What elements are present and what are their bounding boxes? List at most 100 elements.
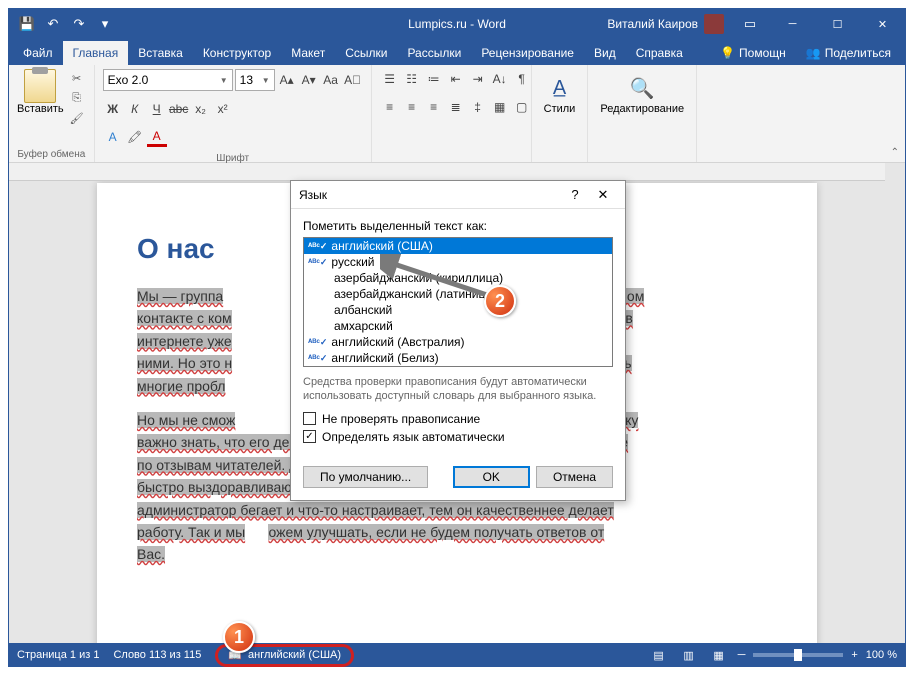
language-list[interactable]: ᴬᴮᶜ✓английский (США) ᴬᴮᶜ✓русский азербай… bbox=[303, 237, 613, 367]
lang-item[interactable]: ᴬᴮᶜ✓английский (Австралия) bbox=[304, 334, 612, 350]
clear-formatting-icon[interactable]: A⃠ bbox=[343, 70, 363, 90]
tab-mailings[interactable]: Рассылки bbox=[397, 41, 471, 65]
share-icon: 👥 bbox=[806, 46, 821, 60]
save-icon[interactable]: 💾 bbox=[17, 14, 37, 34]
user-account[interactable]: Виталий Каиров bbox=[607, 14, 730, 34]
strike-button[interactable]: abc bbox=[169, 99, 189, 119]
align-left-icon[interactable]: ≡ bbox=[380, 97, 400, 117]
copy-icon[interactable]: ⎘ bbox=[68, 89, 86, 107]
paste-button[interactable]: Вставить bbox=[17, 69, 64, 115]
zoom-level[interactable]: 100 % bbox=[866, 649, 897, 661]
checkbox-icon: ✓ bbox=[303, 430, 316, 443]
decrease-indent-icon[interactable]: ⇤ bbox=[446, 69, 466, 89]
spellcheck-icon: ᴬᴮᶜ✓ bbox=[308, 353, 327, 364]
tab-view[interactable]: Вид bbox=[584, 41, 626, 65]
ribbon-tabs: Файл Главная Вставка Конструктор Макет С… bbox=[9, 39, 905, 65]
align-center-icon[interactable]: ≡ bbox=[402, 97, 422, 117]
tab-references[interactable]: Ссылки bbox=[335, 41, 397, 65]
justify-icon[interactable]: ≣ bbox=[446, 97, 466, 117]
superscript-button[interactable]: x² bbox=[213, 99, 233, 119]
numbering-icon[interactable]: ☷ bbox=[402, 69, 422, 89]
line-spacing-icon[interactable]: ‡ bbox=[468, 97, 488, 117]
print-layout-icon[interactable]: ▥ bbox=[678, 646, 700, 664]
maximize-button[interactable]: ☐ bbox=[815, 9, 860, 39]
minimize-button[interactable]: ─ bbox=[770, 9, 815, 39]
ribbon: Вставить ✂ ⎘ 🖌 Буфер обмена Exo 2.0▼ 13▼… bbox=[9, 65, 905, 163]
tab-design[interactable]: Конструктор bbox=[193, 41, 281, 65]
lang-item[interactable]: азербайджанский (кириллица) bbox=[304, 270, 612, 286]
tab-review[interactable]: Рецензирование bbox=[471, 41, 584, 65]
checkbox-no-spellcheck[interactable]: Не проверять правописание bbox=[303, 412, 613, 426]
clipboard-label: Буфер обмена bbox=[17, 147, 86, 160]
show-marks-icon[interactable]: ¶ bbox=[512, 69, 532, 89]
spellcheck-icon: ᴬᴮᶜ✓ bbox=[308, 257, 327, 268]
subscript-button[interactable]: x₂ bbox=[191, 99, 211, 119]
tab-insert[interactable]: Вставка bbox=[128, 41, 193, 65]
zoom-slider[interactable] bbox=[753, 653, 843, 657]
dialog-info: Средства проверки правописания будут авт… bbox=[303, 375, 613, 404]
underline-button[interactable]: Ч bbox=[147, 99, 167, 119]
bullets-icon[interactable]: ☰ bbox=[380, 69, 400, 89]
borders-icon[interactable]: ▢ bbox=[512, 97, 532, 117]
font-name-combo[interactable]: Exo 2.0▼ bbox=[103, 69, 233, 91]
user-name: Виталий Каиров bbox=[607, 17, 698, 31]
highlight-icon[interactable]: 🖍 bbox=[125, 127, 145, 147]
cancel-button[interactable]: Отмена bbox=[536, 466, 613, 488]
tell-me[interactable]: 💡Помощн bbox=[710, 41, 796, 65]
dialog-prompt: Пометить выделенный текст как: bbox=[303, 219, 613, 233]
lang-item-ru[interactable]: ᴬᴮᶜ✓русский bbox=[304, 254, 612, 270]
dialog-title: Язык bbox=[299, 188, 561, 202]
increase-indent-icon[interactable]: ⇥ bbox=[468, 69, 488, 89]
tab-home[interactable]: Главная bbox=[63, 41, 129, 65]
lang-item[interactable]: албанский bbox=[304, 302, 612, 318]
group-editing: 🔍 Редактирование bbox=[588, 65, 697, 162]
lang-item[interactable]: амхарский bbox=[304, 318, 612, 334]
dialog-titlebar[interactable]: Язык ? ✕ bbox=[291, 181, 625, 209]
tab-file[interactable]: Файл bbox=[13, 41, 63, 65]
sort-icon[interactable]: A↓ bbox=[490, 69, 510, 89]
ok-button[interactable]: OK bbox=[453, 466, 530, 488]
read-mode-icon[interactable]: ▤ bbox=[648, 646, 670, 664]
qat-dropdown-icon[interactable]: ▾ bbox=[95, 14, 115, 34]
dialog-close-button[interactable]: ✕ bbox=[589, 187, 617, 203]
font-size-combo[interactable]: 13▼ bbox=[235, 69, 275, 91]
grow-font-icon[interactable]: A▴ bbox=[277, 70, 297, 90]
zoom-in-icon[interactable]: + bbox=[851, 649, 857, 661]
editing-button[interactable]: 🔍 Редактирование bbox=[596, 69, 688, 119]
checkbox-icon bbox=[303, 412, 316, 425]
titlebar: 💾 ↶ ↷ ▾ Lumpics.ru - Word Виталий Каиров… bbox=[9, 9, 905, 39]
tab-layout[interactable]: Макет bbox=[281, 41, 335, 65]
collapse-ribbon-icon[interactable]: ⌃ bbox=[891, 147, 899, 158]
word-count[interactable]: Слово 113 из 115 bbox=[113, 649, 201, 661]
group-font: Exo 2.0▼ 13▼ A▴ A▾ Aa A⃠ Ж К Ч abc x₂ x²… bbox=[95, 65, 372, 162]
lang-item-en-us[interactable]: ᴬᴮᶜ✓английский (США) bbox=[304, 238, 612, 254]
shrink-font-icon[interactable]: A▾ bbox=[299, 70, 319, 90]
change-case-icon[interactable]: Aa bbox=[321, 70, 341, 90]
tab-help[interactable]: Справка bbox=[626, 41, 693, 65]
share-button[interactable]: 👥Поделиться bbox=[796, 41, 901, 65]
web-layout-icon[interactable]: ▦ bbox=[708, 646, 730, 664]
bold-button[interactable]: Ж bbox=[103, 99, 123, 119]
ruler[interactable] bbox=[9, 163, 885, 181]
paste-icon bbox=[24, 69, 56, 103]
ribbon-options-icon[interactable]: ▭ bbox=[740, 14, 760, 34]
dialog-help-button[interactable]: ? bbox=[561, 187, 589, 202]
zoom-out-icon[interactable]: ─ bbox=[738, 649, 746, 661]
text-effects-icon[interactable]: A bbox=[103, 127, 123, 147]
italic-button[interactable]: К bbox=[125, 99, 145, 119]
close-button[interactable]: ✕ bbox=[860, 9, 905, 39]
cut-icon[interactable]: ✂ bbox=[68, 69, 86, 87]
align-right-icon[interactable]: ≡ bbox=[424, 97, 444, 117]
format-painter-icon[interactable]: 🖌 bbox=[68, 109, 86, 127]
default-button[interactable]: По умолчанию... bbox=[303, 466, 428, 488]
styles-button[interactable]: A̲ Стили bbox=[540, 69, 580, 119]
lang-item[interactable]: азербайджанский (латиница) bbox=[304, 286, 612, 302]
page-indicator[interactable]: Страница 1 из 1 bbox=[17, 649, 99, 661]
font-color-icon[interactable]: A bbox=[147, 127, 167, 147]
multilevel-icon[interactable]: ≔ bbox=[424, 69, 444, 89]
undo-icon[interactable]: ↶ bbox=[43, 14, 63, 34]
redo-icon[interactable]: ↷ bbox=[69, 14, 89, 34]
lang-item[interactable]: ᴬᴮᶜ✓английский (Белиз) bbox=[304, 350, 612, 366]
shading-icon[interactable]: ▦ bbox=[490, 97, 510, 117]
checkbox-autodetect[interactable]: ✓ Определять язык автоматически bbox=[303, 430, 613, 444]
